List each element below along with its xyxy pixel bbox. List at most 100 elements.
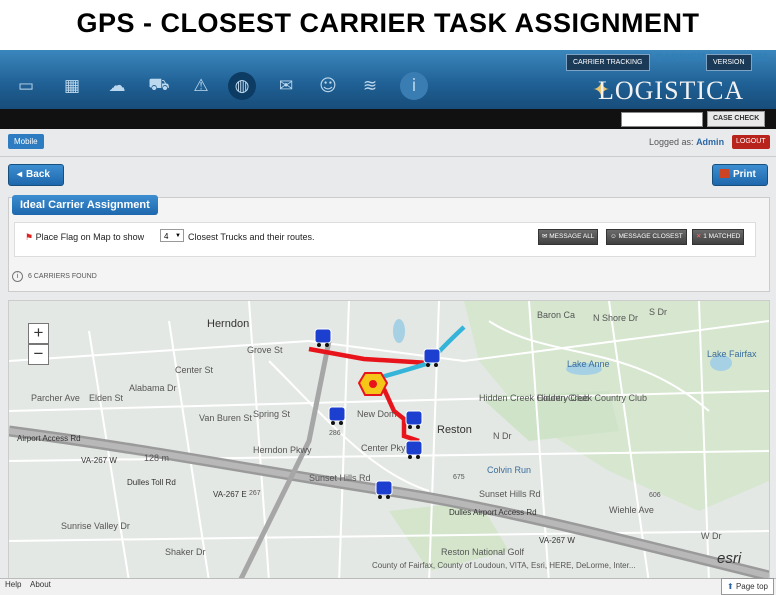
- map[interactable]: Herndon Reston Grove St Baron Ca Alabama…: [8, 300, 770, 584]
- map-label: W Dr: [701, 531, 722, 541]
- map-label: Center St: [175, 365, 214, 375]
- case-input[interactable]: [621, 112, 703, 127]
- map-label: Grove St: [247, 345, 283, 355]
- print-button[interactable]: Print: [712, 164, 768, 186]
- panel-title: Ideal Carrier Assignment: [12, 195, 158, 215]
- flag-icon: ⚑: [25, 232, 34, 242]
- route-shield: 286: [329, 430, 341, 437]
- info-small-icon: i: [12, 271, 23, 282]
- truck-icon[interactable]: ⛟: [145, 72, 173, 100]
- info-icon[interactable]: i: [400, 72, 428, 100]
- matched-label: 1 MATCHED: [703, 233, 741, 240]
- back-button[interactable]: ◂ Back: [8, 164, 64, 186]
- map-label: Airport Access Rd: [17, 434, 81, 443]
- divider: [0, 156, 776, 157]
- map-label: Herndon Pkwy: [253, 445, 312, 455]
- carrier-tracking-button[interactable]: CARRIER TRACKING: [566, 54, 650, 71]
- user-name[interactable]: Admin: [696, 137, 724, 147]
- back-label: Back: [26, 169, 50, 180]
- page-top-button[interactable]: ⬆ Page top: [721, 578, 774, 595]
- version-button[interactable]: VERSION: [706, 54, 752, 71]
- case-check-button[interactable]: CASE CHECK: [707, 111, 766, 127]
- slide-title: GPS - CLOSEST CARRIER TASK ASSIGNMENT: [76, 8, 700, 38]
- mobile-button[interactable]: Mobile: [8, 134, 44, 149]
- map-label: N Shore Dr: [593, 313, 638, 323]
- message-closest-label: MESSAGE CLOSEST: [618, 233, 683, 240]
- map-label: Elden St: [89, 393, 124, 403]
- map-label: 128 m: [144, 453, 169, 463]
- monitor-icon[interactable]: ▭: [12, 72, 40, 100]
- user-icon[interactable]: ☺: [314, 72, 342, 100]
- chat-icon[interactable]: ✉: [272, 72, 300, 100]
- map-label: N Dr: [493, 431, 512, 441]
- logged-as: Logged as: Admin: [649, 137, 724, 147]
- footer: [0, 578, 776, 595]
- envelope-icon: ✉: [542, 233, 548, 240]
- map-label: Sunrise Valley Dr: [61, 521, 130, 531]
- route-shield: 606: [649, 492, 661, 499]
- flag-instruction: ⚑ Place Flag on Map to show: [25, 232, 144, 243]
- layers-icon[interactable]: ≋: [356, 72, 384, 100]
- message-all-button[interactable]: ✉ MESSAGE ALL: [538, 229, 599, 245]
- place-flag-text: Place Flag on Map to show: [35, 232, 145, 242]
- map-label: Reston National Golf: [441, 547, 525, 557]
- map-label: New Dom: [357, 409, 397, 419]
- message-closest-button[interactable]: ☺ MESSAGE CLOSEST: [606, 229, 687, 245]
- cloud-icon[interactable]: ☁: [103, 72, 131, 100]
- box-icon[interactable]: ▦: [58, 72, 86, 100]
- pdf-icon: [720, 169, 729, 178]
- map-canvas[interactable]: Herndon Reston Grove St Baron Ca Alabama…: [9, 301, 769, 583]
- map-label: Sunset Hills Rd: [309, 473, 371, 483]
- zoom-in-button[interactable]: +: [28, 323, 49, 344]
- map-attribution: County of Fairfax, County of Loudoun, VI…: [372, 561, 636, 570]
- page-top-label: Page top: [735, 582, 768, 591]
- map-label: S Dr: [649, 307, 667, 317]
- help-link[interactable]: Help: [5, 580, 21, 589]
- matched-button[interactable]: ✕ 1 MATCHED: [692, 229, 745, 245]
- map-label: Parcher Ave: [31, 393, 80, 403]
- esri-logo: esri: [717, 550, 742, 567]
- parcel-marker[interactable]: [357, 372, 389, 396]
- route-shield: 675: [453, 474, 465, 481]
- logged-label: Logged as:: [649, 137, 694, 147]
- route-shield: 267: [249, 490, 261, 497]
- chevron-down-icon: ▼: [175, 233, 181, 239]
- map-label: VA-267 E: [213, 490, 247, 499]
- map-label: VA-267 W: [539, 536, 575, 545]
- about-link[interactable]: About: [30, 580, 51, 589]
- map-label: Lake Fairfax: [707, 349, 757, 359]
- map-label: Alabama Dr: [129, 383, 177, 393]
- zoom-out-button[interactable]: −: [28, 344, 49, 365]
- map-label: Sunset Hills Rd: [479, 489, 541, 499]
- pond: [393, 319, 405, 343]
- map-label: Reston: [437, 424, 472, 436]
- globe-icon[interactable]: ◍: [228, 72, 256, 100]
- carriers-found-bar: i 6 CARRIERS FOUND: [8, 269, 768, 285]
- message-all-label: MESSAGE ALL: [549, 233, 595, 240]
- map-label: Spring St: [253, 409, 291, 419]
- arrow-up-icon: ⬆: [727, 582, 734, 591]
- truck-count-value: 4: [164, 232, 169, 241]
- map-label: Center Pky: [361, 443, 406, 453]
- truck-count-select[interactable]: 4 ▼: [160, 229, 184, 242]
- map-label: Hidden Creek Country Club: [537, 393, 647, 403]
- map-label: Baron Ca: [537, 310, 575, 320]
- map-label: Colvin Run: [487, 465, 531, 475]
- map-label: Wiehle Ave: [609, 505, 654, 515]
- logo: LOGISTICA: [598, 76, 745, 105]
- map-label: Herndon: [207, 318, 249, 330]
- map-label: VA-267 W: [81, 456, 117, 465]
- carriers-found: 6 CARRIERS FOUND: [27, 273, 97, 280]
- closest-text: Closest Trucks and their routes.: [188, 232, 315, 242]
- map-label: Dulles Airport Access Rd: [449, 508, 537, 517]
- matched-icon: ✕: [696, 233, 702, 240]
- warning-icon[interactable]: ⚠: [187, 72, 215, 100]
- logout-button[interactable]: LOGOUT: [732, 135, 770, 149]
- print-label: Print: [733, 169, 756, 180]
- map-label: Dulles Toll Rd: [127, 478, 176, 487]
- map-label: Lake Anne: [567, 359, 610, 369]
- map-label: Van Buren St: [199, 413, 252, 423]
- map-label: Shaker Dr: [165, 547, 206, 557]
- back-arrow-icon: ◂: [17, 169, 23, 180]
- person-icon: ☺: [610, 233, 617, 240]
